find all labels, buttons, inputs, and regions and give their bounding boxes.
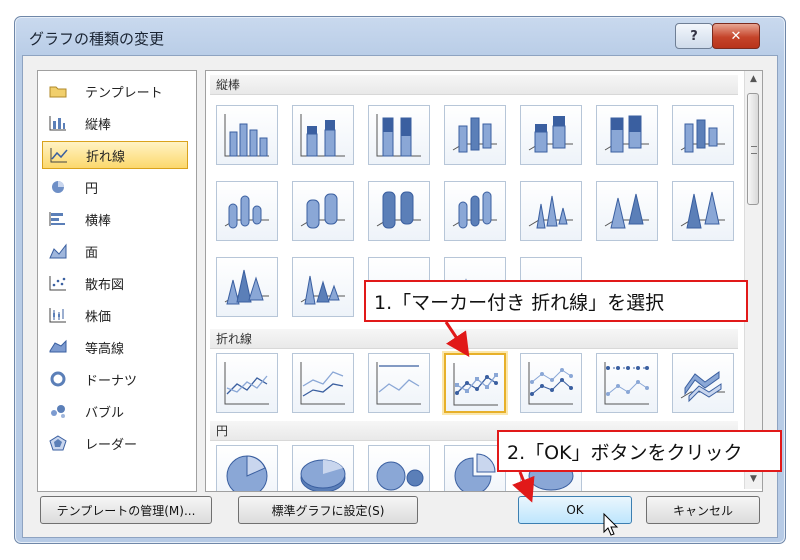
chart-type-3d-cylinder[interactable] <box>444 181 506 241</box>
category-label: ドーナツ <box>85 373 138 389</box>
chart-type-100-stacked-line[interactable] <box>368 353 430 413</box>
set-default-chart-button[interactable]: 標準グラフに設定(S) <box>238 496 418 524</box>
category-label: バブル <box>85 405 125 421</box>
scroll-down-arrow-icon[interactable]: ▼ <box>747 473 760 486</box>
chart-type-stacked-line-with-markers[interactable] <box>520 353 582 413</box>
doughnut-chart-icon <box>47 370 69 388</box>
manage-templates-button[interactable]: テンプレートの管理(M)... <box>40 496 212 524</box>
chart-type-3d-stacked-column[interactable] <box>520 105 582 165</box>
chart-type-3d-clustered-column[interactable] <box>444 105 506 165</box>
callout-step2: 2.「OK」ボタンをクリック <box>497 430 782 472</box>
category-label: 株価 <box>85 309 112 325</box>
scatter-chart-icon <box>47 274 69 292</box>
chart-type-3d-cone[interactable] <box>216 257 278 317</box>
section-header-line: 折れ線 <box>210 329 738 349</box>
surface-chart-icon <box>47 338 69 356</box>
chart-type-line-with-markers[interactable] <box>444 353 506 413</box>
category-bubble[interactable]: バブル <box>42 397 188 425</box>
bar-chart-icon <box>47 210 69 228</box>
chart-type-stacked-cone[interactable] <box>596 181 658 241</box>
chart-type-100-stacked-column[interactable] <box>368 105 430 165</box>
grip-icon <box>751 146 757 154</box>
category-label: 等高線 <box>85 341 125 357</box>
area-chart-icon <box>47 242 69 260</box>
ok-button[interactable]: OK <box>518 496 632 524</box>
category-label: レーダー <box>85 437 138 453</box>
chart-type-stacked-cylinder[interactable] <box>292 181 354 241</box>
chart-type-100-stacked-cylinder[interactable] <box>368 181 430 241</box>
folder-icon <box>47 82 69 100</box>
bubble-chart-icon <box>47 402 69 420</box>
chart-type-3d-column[interactable] <box>672 105 734 165</box>
category-column[interactable]: 縦棒 <box>42 109 188 137</box>
stock-chart-icon <box>47 306 69 324</box>
category-label: 縦棒 <box>85 117 112 133</box>
category-label: 散布図 <box>85 277 125 293</box>
callout-step1: 1.「マーカー付き 折れ線」を選択 <box>364 280 748 322</box>
chart-type-line[interactable] <box>216 353 278 413</box>
close-button[interactable]: ✕ <box>712 23 760 49</box>
category-doughnut[interactable]: ドーナツ <box>42 365 188 393</box>
category-scatter[interactable]: 散布図 <box>42 269 188 297</box>
chart-type-stacked-column[interactable] <box>292 105 354 165</box>
category-radar[interactable]: レーダー <box>42 429 188 457</box>
chart-type-100-stacked-cone[interactable] <box>672 181 734 241</box>
chart-type-pie-of-pie[interactable] <box>368 445 430 491</box>
help-button[interactable]: ? <box>675 23 713 49</box>
category-label: 面 <box>85 245 99 261</box>
column-chart-icon <box>47 114 69 132</box>
category-template[interactable]: テンプレート <box>42 77 188 105</box>
category-pie[interactable]: 円 <box>42 173 188 201</box>
chart-type-100-stacked-line-with-markers[interactable] <box>596 353 658 413</box>
category-line[interactable]: 折れ線 <box>42 141 188 169</box>
dialog-title: グラフの種類の変更 <box>29 30 165 48</box>
chart-type-pie[interactable] <box>216 445 278 491</box>
section-header-column: 縦棒 <box>210 75 738 95</box>
scroll-up-arrow-icon[interactable]: ▲ <box>747 73 760 86</box>
category-area[interactable]: 面 <box>42 237 188 265</box>
pie-chart-icon <box>47 178 69 196</box>
chart-type-3d-100-stacked-column[interactable] <box>596 105 658 165</box>
chart-category-list: テンプレート 縦棒 折れ線 円 横棒 面 散布図 株価 等高線 ドーナツ バブル… <box>37 70 197 492</box>
chart-type-clustered-column[interactable] <box>216 105 278 165</box>
chart-type-clustered-cone[interactable] <box>520 181 582 241</box>
chart-type-stacked-line[interactable] <box>292 353 354 413</box>
category-stock[interactable]: 株価 <box>42 301 188 329</box>
chart-type-clustered-cylinder[interactable] <box>216 181 278 241</box>
category-surface[interactable]: 等高線 <box>42 333 188 361</box>
line-chart-icon <box>48 146 70 164</box>
category-bar[interactable]: 横棒 <box>42 205 188 233</box>
title-bar: グラフの種類の変更 ? ✕ <box>15 17 785 57</box>
scrollbar-thumb[interactable] <box>747 93 759 205</box>
category-label: 横棒 <box>85 213 112 229</box>
radar-chart-icon <box>47 434 69 452</box>
chart-type-3d-pie[interactable] <box>292 445 354 491</box>
chart-type-clustered-pyramid[interactable] <box>292 257 354 317</box>
category-label: 折れ線 <box>86 149 126 165</box>
cancel-button[interactable]: キャンセル <box>646 496 760 524</box>
category-label: テンプレート <box>85 85 163 101</box>
category-label: 円 <box>85 181 99 197</box>
chart-type-3d-line[interactable] <box>672 353 734 413</box>
